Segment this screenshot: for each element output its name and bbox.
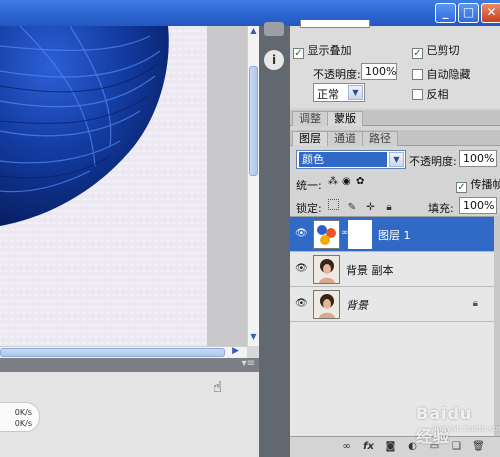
mask-panel-icon[interactable] [264, 22, 284, 36]
tab-adjust[interactable]: 调整 [292, 111, 328, 126]
invert-checkbox[interactable] [412, 89, 423, 100]
layer-opacity-value: 100% [463, 152, 495, 165]
horizontal-scrollbar[interactable]: ▶ [0, 346, 247, 358]
panel-icon-strip: i [259, 22, 290, 457]
chevron-down-icon: ▼ [389, 152, 404, 167]
portrait-thumbnail [314, 291, 339, 318]
layer-name: 背景 [346, 299, 368, 312]
scroll-up-icon[interactable]: ▲ [248, 26, 259, 38]
propagate-option[interactable]: ✓ 传播帧 [456, 176, 500, 193]
close-button[interactable]: ✕ [481, 3, 500, 23]
layer-name: 图层 1 [378, 229, 411, 242]
maximize-button[interactable]: □ [458, 3, 479, 23]
layers-scrollbar[interactable] [494, 216, 500, 436]
blend-mode-select[interactable]: 颜色 ▼ [296, 150, 406, 169]
clip-checkbox[interactable]: ✓ [412, 48, 423, 59]
fill-label: 填充: [428, 202, 454, 215]
minimize-icon: _ [442, 5, 449, 19]
canvas-pasteboard [207, 26, 247, 346]
fill-input[interactable]: 100% [459, 197, 497, 214]
layer-opacity-input[interactable]: 100% [459, 150, 497, 167]
portrait-thumbnail [314, 256, 339, 283]
layer-style-icon[interactable]: fx [362, 440, 375, 453]
clipping-options: ✓ 显示叠加 ✓ 已剪切 不透明度: 100% 自动隐藏 正常 ▼ 反相 [290, 20, 500, 108]
tab-mask[interactable]: 蒙版 [327, 111, 363, 126]
vertical-scrollbar[interactable]: ▲ ▼ [247, 26, 259, 346]
layer-opacity-label: 不透明度: [409, 155, 457, 168]
unify-visibility-icon[interactable]: ◉ [342, 176, 351, 187]
layer-row[interactable]: 👁︎ 背景 副本 [290, 252, 494, 287]
lock-transparent-icon[interactable] [328, 199, 339, 210]
unify-style-icon[interactable]: ✿ [356, 176, 364, 187]
lock-position-icon[interactable]: ✛ [365, 202, 376, 213]
layer-name: 背景 副本 [346, 264, 394, 277]
overlay-mode-value: 正常 [317, 88, 339, 101]
auto-hide-option[interactable]: 自动隐藏 [412, 66, 471, 82]
show-overlay-label: 显示叠加 [307, 44, 352, 57]
overlay-opacity-input[interactable]: 100% [361, 63, 397, 80]
layer-tab-row: 图层 通道 路径 [290, 130, 500, 146]
propagate-checkbox[interactable]: ✓ [456, 182, 467, 193]
auto-hide-checkbox[interactable] [412, 69, 423, 80]
scroll-down-icon[interactable]: ▼ [248, 332, 259, 344]
info-icon[interactable]: i [264, 50, 284, 70]
minimize-button[interactable]: _ [435, 3, 456, 23]
layer-thumbnail [313, 255, 340, 284]
layer-row[interactable]: 👁︎ 背景 🔒︎ [290, 287, 494, 322]
adjust-tab-row: 调整 蒙版 [290, 110, 500, 126]
eye-icon[interactable]: 👁︎ [295, 263, 308, 275]
window-title-bar: _ □ ✕ [0, 0, 500, 26]
scroll-corner [247, 346, 259, 358]
show-overlay-option[interactable]: ✓ 显示叠加 [293, 42, 352, 59]
add-mask-icon[interactable]: ◙ [384, 440, 397, 453]
download-speed: 0K/s [14, 419, 32, 428]
bottom-pane: ▾≡ 0K/s 0K/s [0, 358, 259, 457]
bottom-pane-header: ▾≡ [0, 358, 259, 372]
link-layers-icon[interactable]: ∞ [340, 440, 353, 453]
auto-hide-label: 自动隐藏 [426, 68, 471, 81]
watermark-url: jingyan.baidu.com [432, 424, 500, 433]
unify-label: 统一: [296, 179, 322, 192]
scroll-right-icon[interactable]: ▶ [232, 346, 239, 356]
net-speed-widget: 0K/s 0K/s [0, 402, 40, 432]
layer-row[interactable]: 👁︎ ∞ 图层 1 [290, 217, 494, 252]
clip-label: 已剪切 [426, 44, 460, 57]
overlay-opacity-value: 100% [365, 65, 397, 78]
vertical-scroll-thumb[interactable] [249, 66, 258, 176]
top-field-remnant [300, 20, 370, 28]
lock-icons: ✎ ✛ 🔒︎ [328, 199, 399, 213]
propagate-label: 传播帧 [470, 178, 500, 191]
upload-speed: 0K/s [14, 408, 32, 417]
tab-paths[interactable]: 路径 [362, 131, 398, 146]
panel-menu-icon[interactable]: ▾≡ [242, 358, 255, 369]
layer-mask-thumbnail[interactable] [348, 220, 372, 249]
blend-mode-value: 颜色 [299, 152, 387, 167]
clip-option[interactable]: ✓ 已剪切 [412, 42, 460, 59]
show-overlay-checkbox[interactable]: ✓ [293, 48, 304, 59]
baidu-watermark: Baidu 经验 jingyan.baidu.com [392, 398, 500, 446]
lock-label: 锁定: [296, 202, 322, 215]
maximize-icon: □ [462, 5, 475, 19]
lock-pixels-icon[interactable]: ✎ [347, 202, 358, 213]
invert-label: 反相 [426, 88, 449, 101]
layer-thumbnail [313, 290, 340, 319]
tab-layers[interactable]: 图层 [292, 131, 328, 146]
unify-position-icon[interactable]: ⁂ [328, 176, 338, 187]
chevron-down-icon: ▼ [348, 85, 363, 100]
close-icon: ✕ [486, 5, 497, 19]
right-panel: ✓ 显示叠加 ✓ 已剪切 不透明度: 100% 自动隐藏 正常 ▼ 反相 调整 … [290, 20, 500, 457]
tab-channels[interactable]: 通道 [327, 131, 363, 146]
horizontal-scroll-thumb[interactable] [0, 348, 225, 357]
color-blobs-thumbnail [317, 225, 336, 245]
eye-icon[interactable]: 👁︎ [295, 228, 308, 240]
invert-option[interactable]: 反相 [412, 86, 449, 102]
layer-thumbnail [313, 220, 340, 249]
eye-icon[interactable]: 👁︎ [295, 298, 308, 310]
fill-value: 100% [463, 199, 495, 212]
lock-icon: 🔒︎ [472, 298, 478, 309]
overlay-opacity-label: 不透明度: [313, 68, 361, 81]
lock-all-icon[interactable]: 🔒︎ [384, 202, 395, 213]
overlay-mode-select[interactable]: 正常 ▼ [313, 83, 365, 102]
hand-cursor-icon: ☝ [213, 378, 223, 396]
